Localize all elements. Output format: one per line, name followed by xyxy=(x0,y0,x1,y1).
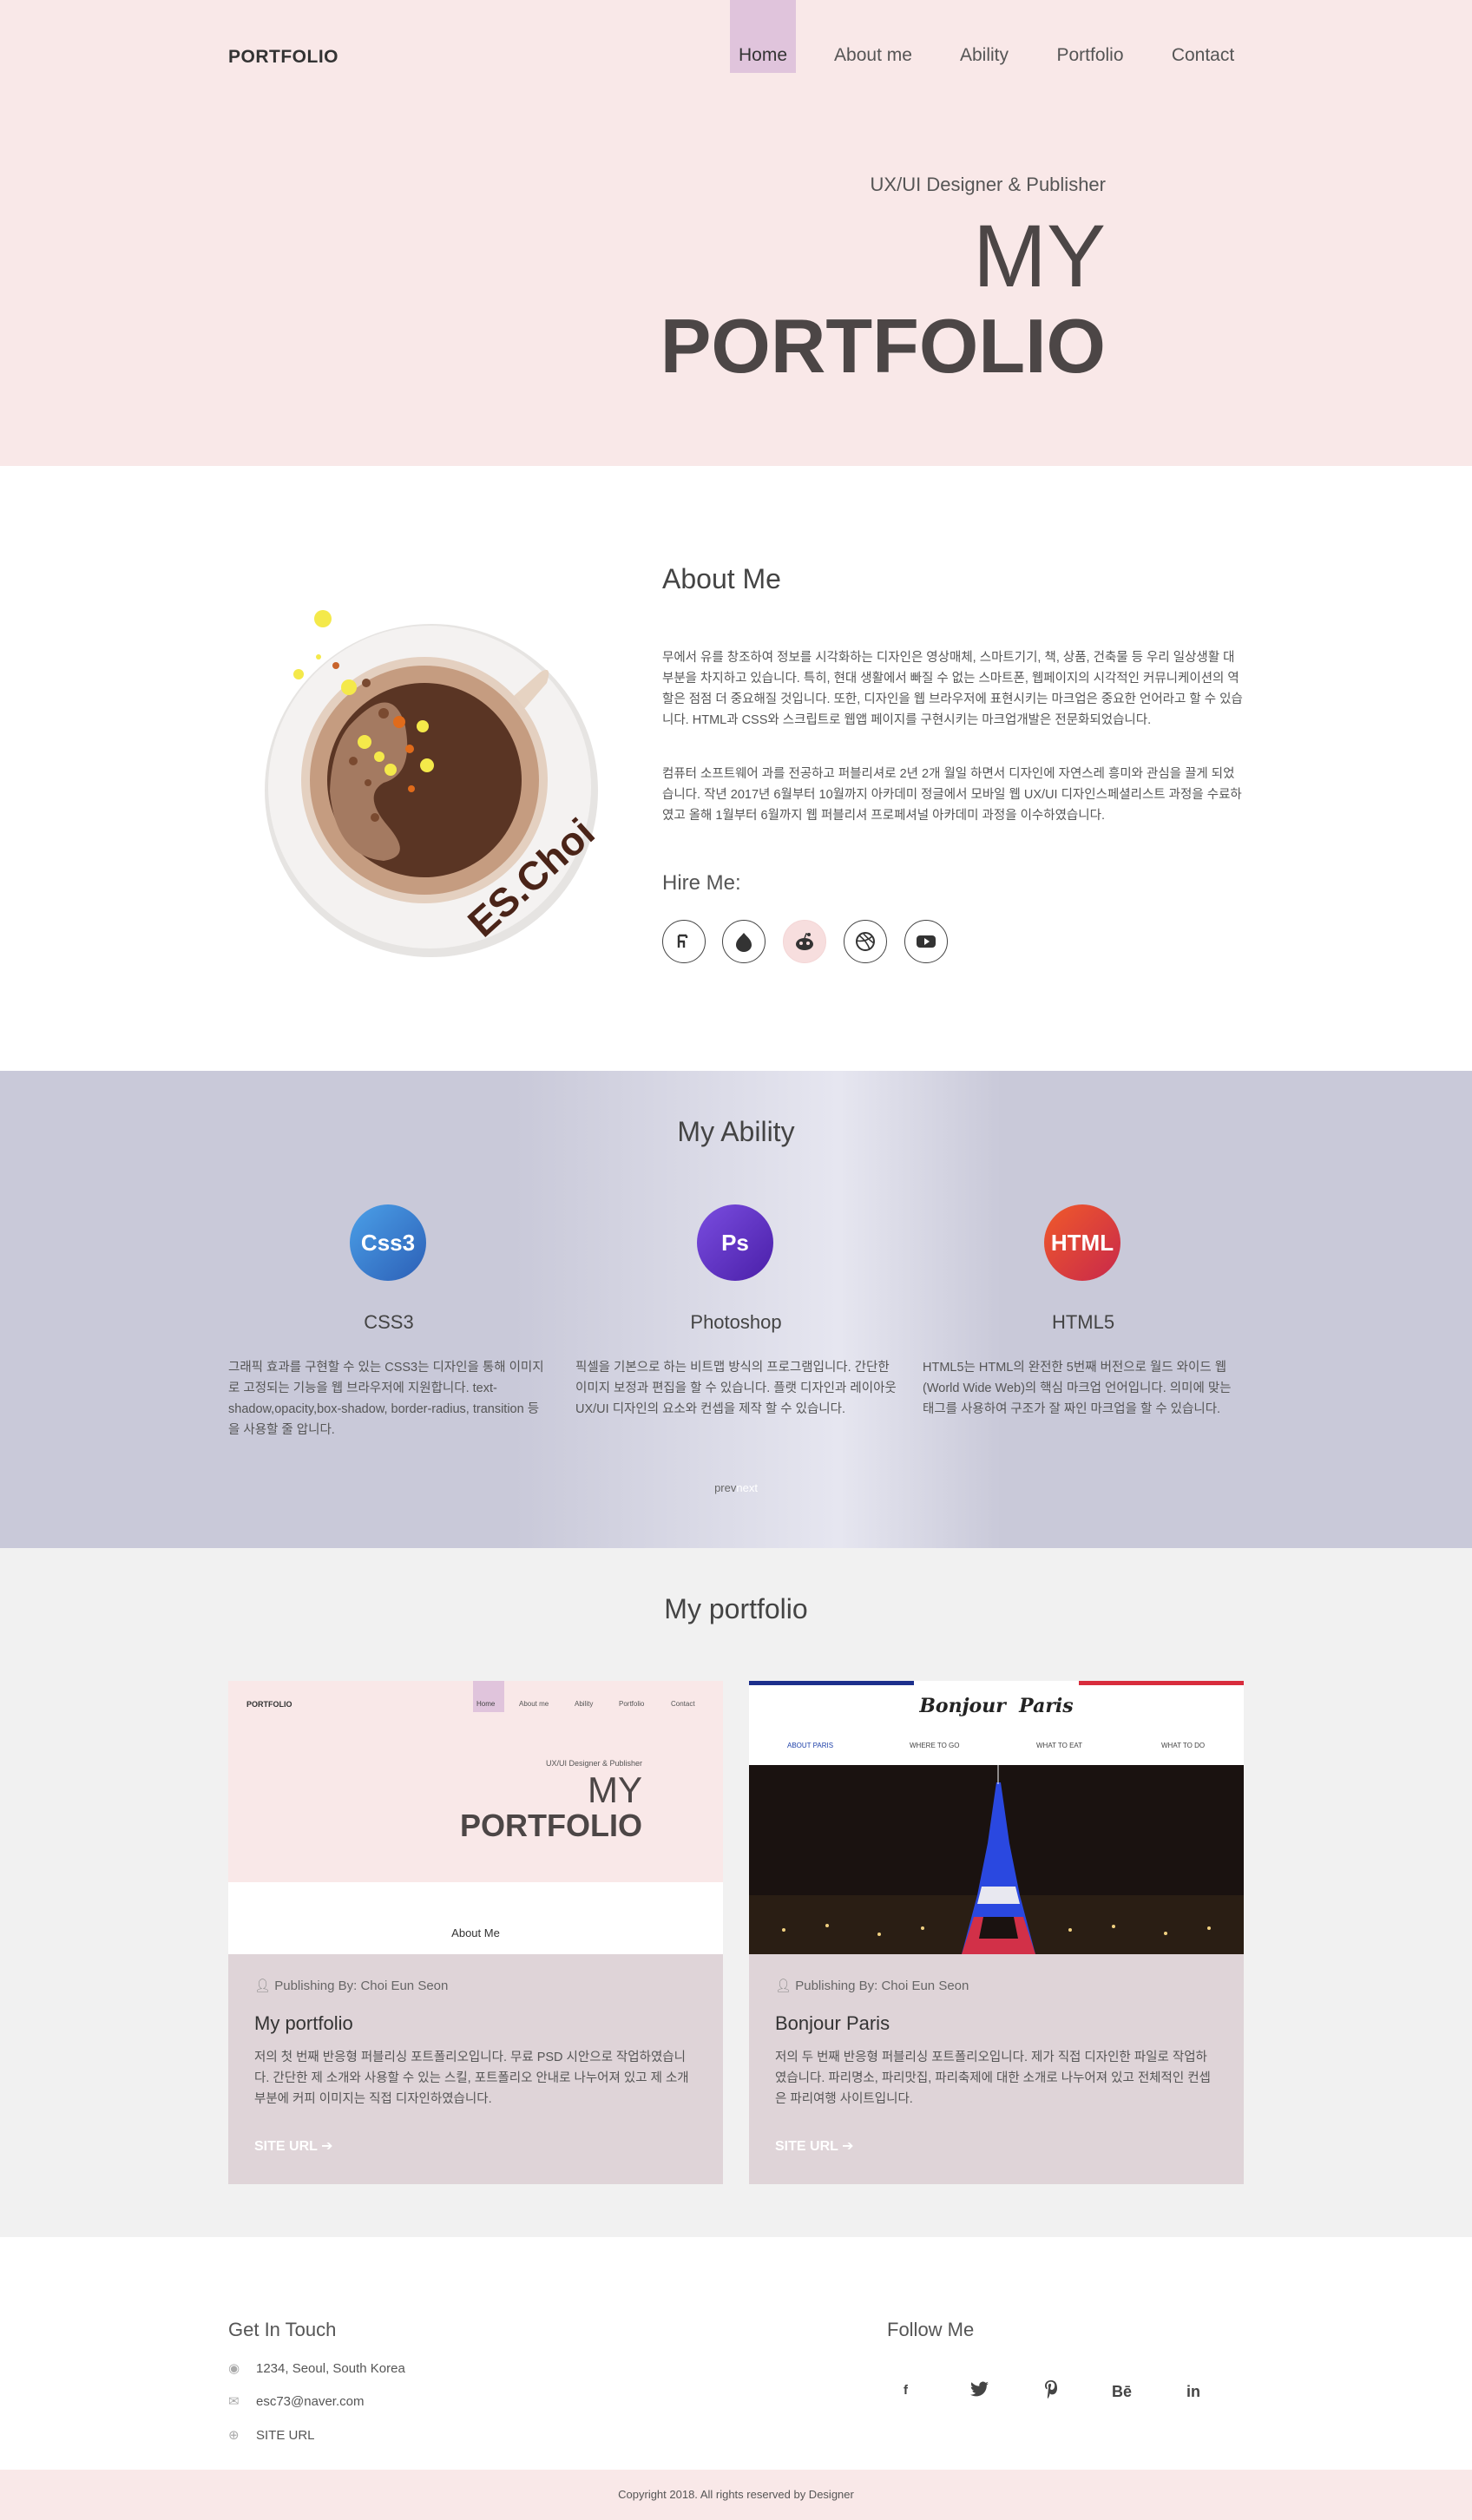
ability-name: Photoshop xyxy=(690,1311,782,1333)
card-title: Bonjour Paris xyxy=(775,2012,890,2034)
footer-section: Get In Touch ◉ 1234, Seoul, South Korea ✉… xyxy=(0,2237,1472,2470)
ability-text: 픽셀을 기본으로 하는 비트맵 방식의 프로그램입니다. 간단한 이미지 보정과… xyxy=(575,1361,897,1416)
portfolio-section: My portfolio PORTFOLIO Home About me Abi… xyxy=(0,1548,1472,2237)
linkedin-icon[interactable]: in xyxy=(1186,2383,1200,2401)
ability-title: My Ability xyxy=(677,1116,795,1147)
copyright: Copyright 2018. All rights reserved by D… xyxy=(0,2470,1472,2520)
thumb-nav-about: About me xyxy=(519,1700,549,1708)
portfolio-thumb-1[interactable]: PORTFOLIO Home About me Ability Portfoli… xyxy=(228,1681,723,1954)
thumb-nav-home: Home xyxy=(476,1700,496,1708)
behance-icon[interactable] xyxy=(662,920,706,963)
about-para-1: 무에서 유를 창조하여 정보를 시각화하는 디자인은 영상매체, 스마트기기, … xyxy=(662,651,1243,727)
envelope-icon: ✉ xyxy=(228,2394,240,2409)
user-icon: 👤︎ xyxy=(775,1979,792,1993)
pinterest-icon[interactable] xyxy=(1043,2379,1059,2403)
thumb-nav-4: WHAT TO DO xyxy=(1161,1742,1206,1749)
thumb-subtitle: UX/UI Designer & Publisher xyxy=(545,1759,642,1768)
card-text: 저의 두 번째 반응형 퍼블리싱 포트폴리오입니다. 제가 직접 디자인한 파일… xyxy=(775,2051,1211,2106)
contact-title: Get In Touch xyxy=(228,2319,337,2340)
map-marker-icon: ◉ xyxy=(228,2361,240,2376)
site-url-link[interactable]: SITE URL ➔ xyxy=(775,2137,853,2155)
address-item: ◉ 1234, Seoul, South Korea xyxy=(228,2361,405,2376)
ability-name: CSS3 xyxy=(364,1311,414,1333)
hero-title-line2: PORTFOLIO xyxy=(660,303,1106,389)
nav-portfolio[interactable]: Portfolio xyxy=(1047,0,1134,73)
hero-section: PORTFOLIO Home About me Ability Portfoli… xyxy=(0,0,1472,466)
publisher-label: 👤︎ Publishing By: Choi Eun Seon xyxy=(775,1979,969,1993)
thumb-title-2: PORTFOLIO xyxy=(460,1808,642,1843)
follow-title: Follow Me xyxy=(887,2319,975,2340)
next-button[interactable]: next xyxy=(736,1481,758,1494)
hero-title-line1: MY xyxy=(973,207,1106,305)
publisher-label: 👤︎ Publishing By: Choi Eun Seon xyxy=(254,1979,449,1993)
site-item[interactable]: ⊕ SITE URL xyxy=(228,2427,315,2443)
portfolio-title: My portfolio xyxy=(664,1593,808,1624)
thumb-nav-portfolio: Portfolio xyxy=(619,1700,645,1708)
nav-about[interactable]: About me xyxy=(825,0,922,73)
thumb-nav-2: WHERE TO GO xyxy=(910,1742,960,1749)
hero-subtitle: UX/UI Designer & Publisher xyxy=(870,174,1106,195)
css3-icon: Css3 xyxy=(350,1204,426,1281)
thumb-logo: PORTFOLIO xyxy=(246,1700,292,1709)
ability-text: HTML5는 HTML의 완전한 5번째 버전으로 월드 와이드 웹(World… xyxy=(923,1361,1232,1416)
ability-name: HTML5 xyxy=(1051,1311,1115,1333)
site-logo[interactable]: PORTFOLIO xyxy=(228,47,338,68)
user-icon: 👤︎ xyxy=(254,1979,272,1993)
about-para-2: 컴퓨터 소프트웨어 과를 전공하고 퍼블리셔로 2년 2개 월일 하면서 디자인… xyxy=(662,767,1242,823)
nav-contact[interactable]: Contact xyxy=(1161,0,1245,73)
thumb-nav-3: WHAT TO EAT xyxy=(1036,1742,1083,1749)
card-text: 저의 첫 번째 반응형 퍼블리싱 포트폴리오입니다. 무료 PSD 시안으로 작… xyxy=(254,2051,689,2106)
thumb-nav-contact: Contact xyxy=(671,1700,695,1708)
arrow-right-icon: ➔ xyxy=(321,2139,333,2154)
nav-home[interactable]: Home xyxy=(730,0,796,73)
prev-button[interactable]: prev xyxy=(714,1481,736,1494)
dribbble-icon[interactable] xyxy=(844,920,887,963)
thumb-bonjour-logo: Bonjour Paris xyxy=(919,1695,1074,1717)
behance-footer-icon[interactable]: Bē xyxy=(1112,2383,1132,2401)
about-title: About Me xyxy=(662,563,781,594)
ability-text: 그래픽 효과를 구현할 수 있는 CSS3는 디자인을 통해 이미지로 고정되는… xyxy=(228,1361,544,1437)
youtube-icon[interactable] xyxy=(904,920,948,963)
photoshop-icon: Ps xyxy=(697,1204,773,1281)
coffee-cup-logo: ES.Choi xyxy=(265,610,603,957)
thumb-about: About Me xyxy=(451,1926,500,1939)
portfolio-card-1: PORTFOLIO Home About me Ability Portfoli… xyxy=(228,1681,723,2184)
hire-me-label: Hire Me: xyxy=(662,871,741,895)
drupal-icon[interactable] xyxy=(722,920,766,963)
card-title: My portfolio xyxy=(254,2012,353,2034)
ability-section: My Ability Css3 CSS3 그래픽 효과를 구현할 수 있는 CS… xyxy=(0,1071,1472,1548)
twitter-icon[interactable] xyxy=(970,2381,989,2401)
globe-icon: ⊕ xyxy=(228,2428,240,2443)
thumb-nav-1: ABOUT PARIS xyxy=(787,1742,834,1749)
about-section: ES.Choi About Me 무에서 유를 창조하여 정보를 시각화하는 디… xyxy=(0,466,1472,1071)
eiffel-tower-photo xyxy=(749,1765,1244,1954)
portfolio-thumb-2[interactable]: Bonjour Paris ABOUT PARIS WHERE TO GO WH… xyxy=(749,1681,1244,1954)
thumb-title-1: MY xyxy=(588,1769,642,1810)
slider-controls: prevnext xyxy=(0,1481,1472,1494)
arrow-right-icon: ➔ xyxy=(842,2139,854,2154)
email-item[interactable]: ✉ esc73@naver.com xyxy=(228,2393,364,2409)
nav-ability[interactable]: Ability xyxy=(950,0,1019,73)
facebook-icon[interactable]: f xyxy=(904,2383,908,2398)
portfolio-card-2: Bonjour Paris ABOUT PARIS WHERE TO GO WH… xyxy=(749,1681,1244,2184)
html5-icon: HTML xyxy=(1044,1204,1120,1281)
reddit-icon[interactable] xyxy=(783,920,826,963)
thumb-nav-ability: Ability xyxy=(575,1700,594,1708)
site-url-link[interactable]: SITE URL ➔ xyxy=(254,2137,332,2155)
